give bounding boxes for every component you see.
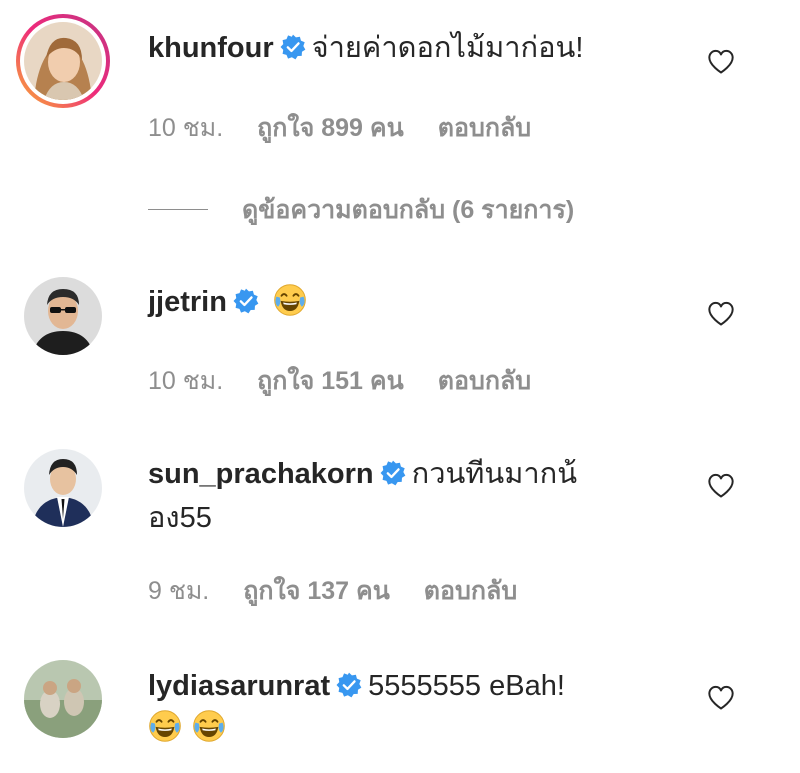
username[interactable]: jjetrin (148, 286, 227, 318)
comment-body: 5555555 eBah! (368, 670, 565, 702)
reply-button[interactable]: ตอบกลับ (438, 114, 531, 142)
avatar[interactable] (24, 660, 102, 738)
avatar[interactable] (24, 449, 102, 527)
avatar[interactable] (24, 277, 102, 355)
divider-line (148, 208, 208, 210)
comment-text: lydiasarunrat 5555555 eBah! (148, 666, 565, 706)
comment-body: กวนทีนมากน้ (411, 458, 578, 490)
avatar[interactable] (24, 22, 102, 100)
comment-time: 10 ชม. (148, 367, 224, 395)
verified-icon (280, 34, 306, 60)
comment-meta: 10 ชม. ถูกใจ 151 คน ตอบกลับ (148, 361, 565, 401)
reply-button[interactable]: ตอบกลับ (424, 577, 517, 605)
likes-count[interactable]: ถูกใจ 137 คน (243, 577, 390, 605)
comment-meta: 10 ชม. ถูกใจ 899 คน ตอบกลับ (148, 108, 565, 148)
comment-text: sun_prachakorn กวนทีนมากน้ (148, 454, 577, 494)
comment-time: 9 ชม. (148, 577, 210, 605)
username[interactable]: lydiasarunrat (148, 670, 330, 702)
comment-time: 10 ชม. (148, 114, 224, 142)
view-replies-button[interactable]: ดูข้อความตอบกลับ (6 รายการ) (148, 190, 574, 230)
reply-button[interactable]: ตอบกลับ (438, 367, 531, 395)
comment-body-continued (148, 708, 226, 748)
verified-icon (233, 288, 259, 314)
username[interactable]: khunfour (148, 32, 274, 64)
username[interactable]: sun_prachakorn (148, 458, 374, 490)
likes-count[interactable]: ถูกใจ 899 คน (257, 114, 404, 142)
laughing-emoji-icon (192, 709, 226, 743)
comment-body: จ่ายค่าดอกไม้มาก่อน! (311, 32, 584, 64)
like-heart-icon[interactable] (706, 472, 736, 500)
likes-count[interactable]: ถูกใจ 151 คน (257, 367, 404, 395)
verified-icon (380, 460, 406, 486)
comment-text: jjetrin (148, 282, 307, 322)
verified-icon (336, 672, 362, 698)
comment-meta: 9 ชม. ถูกใจ 137 คน ตอบกลับ (148, 571, 551, 611)
comment-text: khunfour จ่ายค่าดอกไม้มาก่อน! (148, 28, 583, 68)
like-heart-icon[interactable] (706, 300, 736, 328)
view-replies-label[interactable]: ดูข้อความตอบกลับ (6 รายการ) (242, 196, 574, 224)
comment-body-continued: อง55 (148, 502, 212, 534)
like-heart-icon[interactable] (706, 684, 736, 712)
laughing-emoji-icon (273, 283, 307, 317)
laughing-emoji-icon (148, 709, 182, 743)
like-heart-icon[interactable] (706, 48, 736, 76)
story-ring[interactable] (16, 14, 110, 108)
